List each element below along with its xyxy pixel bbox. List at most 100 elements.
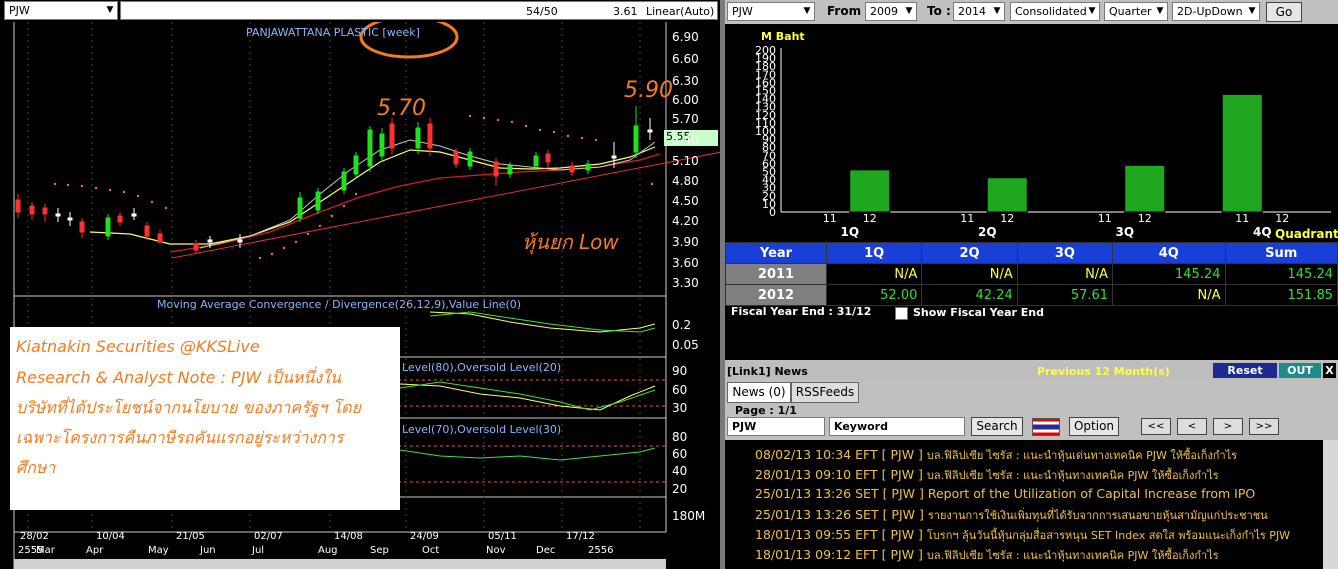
chevron-down-icon[interactable]: ▼ xyxy=(902,3,916,20)
news-date: 28/01/13 09:10 xyxy=(755,467,852,482)
category-label: 2Q xyxy=(978,225,997,239)
date-label: 14/08 xyxy=(334,531,363,542)
value-cell: 145.24 xyxy=(1112,263,1226,285)
news-source: SET xyxy=(855,486,879,501)
chevron-down-icon[interactable]: ▼ xyxy=(1245,3,1259,20)
stoch-tick: 30 xyxy=(672,401,688,415)
news-item[interactable]: 18/01/13 09:12 EFT [ PJW ] บล.ฟิลิปเซีย … xyxy=(755,546,1219,564)
news-symbol: [ PJW ] xyxy=(881,447,923,462)
news-source: SET xyxy=(855,507,879,522)
note-line: Kiatnakin Securities @KKSLive xyxy=(16,337,260,356)
price-tick: 4.80 xyxy=(672,174,699,188)
macd-title: Moving Average Convergence / Divergence(… xyxy=(157,298,522,311)
symbol-select[interactable]: PJW ▼ xyxy=(4,1,118,20)
news-headline: Report of the Utilization of Capital Inc… xyxy=(927,486,1256,501)
value-cell: 52.00 xyxy=(825,284,923,306)
chevron-down-icon[interactable]: ▼ xyxy=(1085,3,1099,20)
page-indicator: Page : 1/1 xyxy=(735,404,797,417)
annotation-high-1: 5.70 xyxy=(377,96,426,121)
date-label: 21/05 xyxy=(176,531,205,542)
keyword-input[interactable]: Keyword xyxy=(829,417,965,436)
value-cell: 151.85 xyxy=(1224,284,1338,306)
table-row: 2011 N/A N/A N/A 145.24 145.24 xyxy=(725,263,1338,285)
quadrant-label: Quadrant xyxy=(1275,227,1338,241)
news-source: EFT xyxy=(855,447,878,462)
month-label: Nov xyxy=(486,545,506,556)
year-tick-label: 11 xyxy=(823,212,837,225)
close-icon[interactable]: X xyxy=(1323,363,1336,378)
chevron-down-icon[interactable]: ▼ xyxy=(800,3,814,20)
table-header-row: Year 1Q 2Q 3Q 4Q Sum xyxy=(725,242,1338,264)
chart-title: PANJAWATTANA PLASTIC [week] xyxy=(246,26,420,39)
rsi-tick: 20 xyxy=(672,482,688,496)
rsi-tick: 80 xyxy=(672,430,688,444)
news-symbol: [ PJW ] xyxy=(881,467,923,482)
macd-tick: 0.05 xyxy=(672,338,699,352)
news-headline: โบรกฯ ลุ้นวันนี้หุ้นกลุ่มสื่อสารหนุน SET… xyxy=(926,529,1291,542)
last-page-button[interactable]: >> xyxy=(1249,418,1279,435)
fund-symbol-value: PJW xyxy=(732,5,753,18)
prev-page-button[interactable]: < xyxy=(1177,418,1207,435)
y-tick-label: 200 xyxy=(755,44,776,57)
analyst-note: Kiatnakin Securities @KKSLive Research &… xyxy=(10,327,400,510)
year-tick-label: 12 xyxy=(1000,212,1014,225)
fundamental-toolbar: PJW ▼ From : 2009 ▼ To : 2014 ▼ Consolid… xyxy=(725,0,1338,24)
left-panel: PJW ▼ 54/50 3.61 Linear(Auto) PANJAWATTA… xyxy=(0,0,722,569)
macd-tick: 0.2 xyxy=(672,318,692,332)
news-symbol-input[interactable]: PJW xyxy=(727,417,825,436)
price-tick: 5.70 xyxy=(672,112,699,126)
month-label: Jul xyxy=(252,545,265,556)
date-label: 02/07 xyxy=(254,531,283,542)
news-item[interactable]: 18/01/13 09:55 EFT [ PJW ] โบรกฯ ลุ้นวัน… xyxy=(755,526,1290,544)
chevron-down-icon[interactable]: ▼ xyxy=(990,3,1004,20)
mode-select[interactable]: 2D-UpDown ▼ xyxy=(1172,2,1260,21)
first-page-button[interactable]: << xyxy=(1141,418,1171,435)
price-tick: 4.20 xyxy=(672,214,699,228)
news-symbol: [ PJW ] xyxy=(881,547,923,562)
search-button[interactable]: Search xyxy=(971,417,1023,436)
note-line: เฉพาะโครงการคืนภาษีรถคันแรกอยู่ระหว่างกา… xyxy=(16,428,344,447)
info-bar: 54/50 3.61 Linear(Auto) xyxy=(120,1,718,20)
go-button[interactable]: Go xyxy=(1266,2,1302,22)
tab-news[interactable]: News (0) xyxy=(727,382,791,403)
news-item[interactable]: 25/01/13 13:26 SET [ PJW ] Report of the… xyxy=(755,486,1255,501)
news-item[interactable]: 28/01/13 09:10 EFT [ PJW ] บล.ฟิลิปเซีย … xyxy=(755,466,1219,484)
out-button[interactable]: OUT xyxy=(1279,363,1321,378)
chevron-down-icon[interactable]: ▼ xyxy=(103,2,117,19)
news-source: EFT xyxy=(855,527,878,542)
option-button[interactable]: Option xyxy=(1069,417,1119,436)
news-item[interactable]: 25/01/13 13:26 SET [ PJW ] รายงานการใช้เ… xyxy=(755,506,1268,524)
year-tick-label: 11 xyxy=(1235,212,1249,225)
consolidated-value: Consolidated xyxy=(1015,5,1087,18)
chevron-down-icon[interactable]: ▼ xyxy=(1153,3,1167,20)
note-line: ศึกษา xyxy=(16,458,56,477)
stoch-title: Level(80),Oversold Level(20) xyxy=(402,361,562,374)
to-label: To : xyxy=(927,4,951,18)
volume-tick: 180M xyxy=(672,509,706,523)
scale-text[interactable]: Linear(Auto) xyxy=(646,5,714,18)
thai-flag-icon[interactable] xyxy=(1032,418,1060,436)
period-select[interactable]: Quarter ▼ xyxy=(1104,2,1168,21)
table-row: 2012 52.00 42.24 57.61 N/A 151.85 xyxy=(725,284,1338,306)
month-label: Oct xyxy=(422,545,440,556)
to-select[interactable]: 2014 ▼ xyxy=(953,2,1005,21)
consolidated-select[interactable]: Consolidated ▼ xyxy=(1010,2,1100,21)
year-tick-label: 11 xyxy=(1098,212,1112,225)
month-label: Aug xyxy=(318,545,338,556)
col-header: 4Q xyxy=(1112,242,1226,264)
news-scrollbar[interactable] xyxy=(1323,440,1338,569)
bar-mark xyxy=(1221,93,1263,213)
month-label: Mar xyxy=(36,545,55,556)
horizontal-scrollbar[interactable] xyxy=(14,559,666,569)
next-page-button[interactable]: > xyxy=(1213,418,1243,435)
news-titlebar: [Link1] News Previous 12 Month(s) Reset … xyxy=(725,362,1338,380)
tab-rssfeeds[interactable]: RSSFeeds xyxy=(791,382,859,403)
news-headline: บล.ฟิลิปเซีย ไซรัส : แนะนำหุ้นทางเทคนิค … xyxy=(926,469,1219,482)
news-item[interactable]: 08/02/13 10:34 EFT [ PJW ] บล.ฟิลิปเซีย … xyxy=(755,446,1237,464)
bar-mark xyxy=(986,177,1028,213)
show-fiscal-checkbox[interactable] xyxy=(895,307,908,320)
reset-button[interactable]: Reset xyxy=(1213,363,1277,378)
news-panel: [Link1] News Previous 12 Month(s) Reset … xyxy=(725,360,1338,569)
from-select[interactable]: 2009 ▼ xyxy=(865,2,917,21)
fund-symbol-select[interactable]: PJW ▼ xyxy=(727,2,815,21)
